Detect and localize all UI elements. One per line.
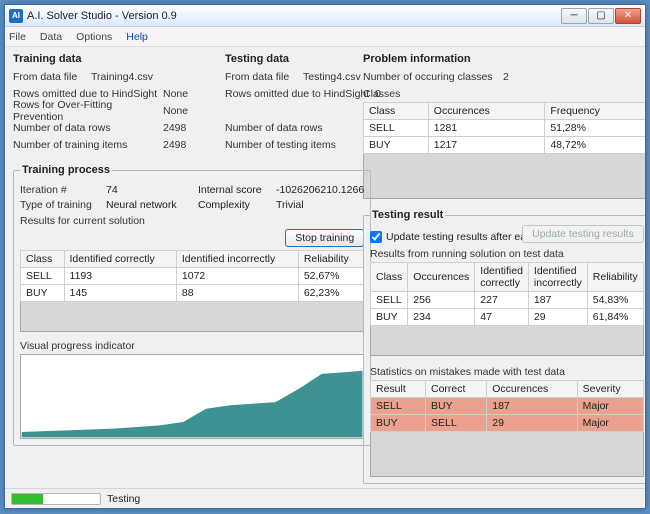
td-overfit-value: None bbox=[163, 105, 213, 117]
status-text: Testing bbox=[107, 493, 140, 505]
table-empty-area bbox=[20, 302, 364, 332]
td-numitems-value: 2498 bbox=[163, 139, 213, 151]
statusbar: Testing bbox=[5, 488, 645, 508]
table-row: SELLBUY187Major bbox=[371, 398, 644, 415]
td-fromfile-value: Training4.csv bbox=[91, 71, 141, 83]
tp-type-value: Neural network bbox=[106, 199, 192, 211]
tp-complexity-value: Trivial bbox=[276, 199, 304, 211]
td-numitems-label: Number of training items bbox=[13, 139, 163, 151]
tp-score-label: Internal score bbox=[198, 184, 270, 196]
td-numrows-label: Number of data rows bbox=[13, 122, 163, 134]
th-rel: Reliability bbox=[298, 251, 363, 268]
tp-results-label: Results for current solution bbox=[20, 215, 364, 227]
td-rowsomitted-value: None bbox=[163, 88, 213, 100]
training-process-title: Training process bbox=[20, 164, 112, 176]
table-empty-area bbox=[363, 154, 646, 199]
tsd-numrows-label: Number of data rows bbox=[225, 122, 375, 134]
training-process-group: Training process Iteration # 74 Internal… bbox=[13, 164, 371, 446]
menubar: File Data Options Help bbox=[5, 27, 645, 47]
run-results-label: Results from running solution on test da… bbox=[370, 248, 644, 260]
problem-info-title: Problem information bbox=[363, 53, 646, 65]
table-empty-area bbox=[370, 326, 644, 356]
menu-help[interactable]: Help bbox=[126, 31, 148, 43]
app-window: AI A.I. Solver Studio - Version 0.9 ─ ▢ … bbox=[4, 4, 646, 509]
pi-classes-label: Classes bbox=[363, 88, 646, 100]
menu-file[interactable]: File bbox=[9, 31, 26, 43]
stop-training-button[interactable]: Stop training bbox=[285, 229, 364, 247]
td-fromfile-label: From data file bbox=[13, 71, 91, 83]
mistakes-label: Statistics on mistakes made with test da… bbox=[370, 366, 644, 378]
td-overfit-label: Rows for Over-Fitting Prevention bbox=[13, 99, 163, 123]
close-button[interactable]: ✕ bbox=[615, 8, 641, 24]
table-row: BUYSELL29Major bbox=[371, 415, 644, 432]
visual-progress-label: Visual progress indicator bbox=[20, 340, 364, 352]
table-row: BUY 145 88 62,23% bbox=[21, 285, 364, 302]
pi-numclasses-label: Number of occuring classes bbox=[363, 71, 503, 83]
td-numrows-value: 2498 bbox=[163, 122, 213, 134]
tsd-rowsomitted-label: Rows omitted due to HindSight bbox=[225, 88, 375, 100]
window-title: A.I. Solver Studio - Version 0.9 bbox=[27, 10, 561, 22]
tsd-fromfile-value: Testing4.csv bbox=[303, 71, 353, 83]
update-checkbox[interactable] bbox=[370, 231, 382, 243]
table-empty-area bbox=[370, 432, 644, 477]
tp-iter-value: 74 bbox=[106, 184, 192, 196]
table-row: SELL128151,28% bbox=[364, 120, 647, 137]
training-results-table: Class Identified correctly Identified in… bbox=[20, 250, 364, 302]
titlebar[interactable]: AI A.I. Solver Studio - Version 0.9 ─ ▢ … bbox=[5, 5, 645, 27]
training-data-title: Training data bbox=[13, 53, 213, 65]
menu-data[interactable]: Data bbox=[40, 31, 62, 43]
th-idi: Identified incorrectly bbox=[176, 251, 298, 268]
tp-complexity-label: Complexity bbox=[198, 199, 270, 211]
progress-chart bbox=[20, 354, 364, 439]
testing-result-group: Testing result Update testing results af… bbox=[363, 209, 646, 484]
table-row: BUY234472961,84% bbox=[371, 309, 644, 326]
test-results-table: Class Occurences Identified correctly Id… bbox=[370, 262, 644, 326]
mistakes-table: Result Correct Occurences Severity SELLB… bbox=[370, 380, 644, 432]
pi-numclasses-value: 2 bbox=[503, 71, 509, 83]
tp-iter-label: Iteration # bbox=[20, 184, 100, 196]
testing-result-title: Testing result bbox=[370, 209, 445, 221]
tsd-fromfile-label: From data file bbox=[225, 71, 303, 83]
table-row: BUY121748,72% bbox=[364, 137, 647, 154]
tp-type-label: Type of training bbox=[20, 199, 100, 211]
maximize-button[interactable]: ▢ bbox=[588, 8, 614, 24]
th-class: Class bbox=[21, 251, 65, 268]
classes-table: Class Occurences Frequency SELL128151,28… bbox=[363, 102, 646, 154]
th-idc: Identified correctly bbox=[64, 251, 176, 268]
table-row: SELL 1193 1072 52,67% bbox=[21, 268, 364, 285]
app-icon: AI bbox=[9, 9, 23, 23]
tp-score-value: -1026206210.1266 bbox=[276, 184, 364, 196]
menu-options[interactable]: Options bbox=[76, 31, 112, 43]
minimize-button[interactable]: ─ bbox=[561, 8, 587, 24]
progress-bar bbox=[11, 493, 101, 505]
update-testing-button: Update testing results bbox=[522, 225, 644, 243]
table-row: SELL25622718754,83% bbox=[371, 292, 644, 309]
tsd-numitems-label: Number of testing items bbox=[225, 139, 375, 151]
